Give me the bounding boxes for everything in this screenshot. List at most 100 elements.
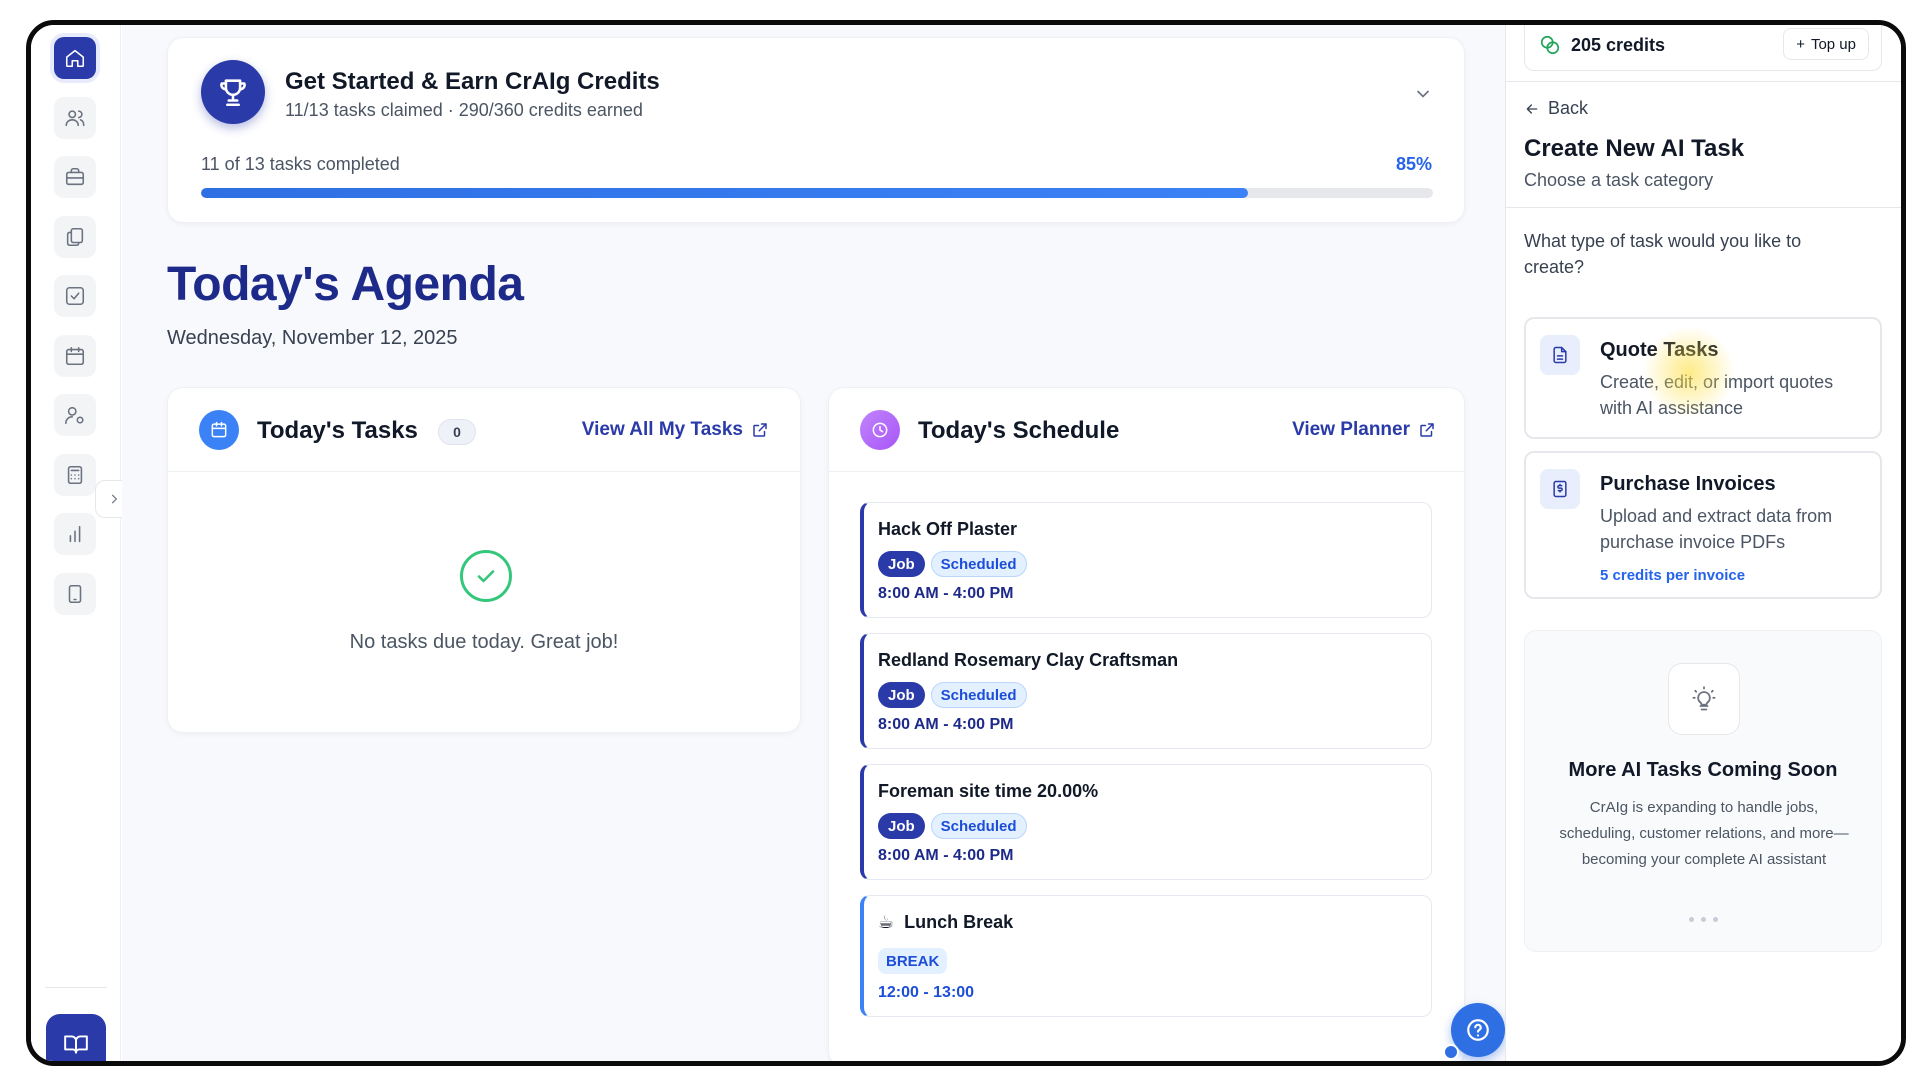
sidebar-item-calculator[interactable] (54, 454, 96, 496)
schedule-item-time: 8:00 AM - 4:00 PM (878, 585, 1014, 602)
home-icon (65, 49, 85, 68)
view-planner-label: View Planner (1292, 419, 1410, 440)
schedule-item-badges: Job Scheduled (878, 551, 1027, 577)
clock-icon (872, 422, 888, 438)
onboarding-toggle[interactable] (1413, 84, 1433, 104)
tasks-empty-message: No tasks due today. Great job! (349, 631, 619, 653)
schedule-item-time: 8:00 AM - 4:00 PM (878, 847, 1014, 864)
lightbulb-icon (1692, 686, 1716, 711)
option-description: Upload and extract data from purchase in… (1600, 506, 1833, 552)
type-badge: Job (878, 551, 925, 577)
arrow-left-icon (1526, 103, 1538, 114)
onboarding-card[interactable]: Get Started & Earn CrAIg Credits 11/13 t… (167, 37, 1465, 223)
sidebar-item-tasks[interactable] (54, 275, 96, 317)
coming-soon-description: CrAIg is expanding to handle jobs, sched… (1559, 799, 1849, 868)
panel-divider (1506, 81, 1901, 82)
schedule-item-break[interactable]: ☕ Lunch Break BREAK 12:00 - 13:00 (860, 895, 1432, 1017)
schedule-item-title: Redland Rosemary Clay Craftsman (878, 650, 1179, 670)
top-up-button[interactable]: + Top up (1783, 28, 1869, 60)
panel-divider (1506, 207, 1901, 208)
file-text-icon (1553, 346, 1567, 364)
credits-bar: 205 credits + Top up (1524, 25, 1882, 71)
sidebar-item-documents[interactable] (54, 216, 96, 258)
checkbox-icon (65, 286, 85, 306)
loading-dots (1525, 917, 1881, 922)
sidebar-item-home[interactable] (54, 37, 96, 79)
schedule-item[interactable]: Foreman site time 20.00% Job Scheduled 8… (860, 764, 1432, 880)
briefcase-icon (65, 167, 85, 186)
option-credit-cost: 5 credits per invoice (1600, 567, 1746, 584)
sidebar-divider (45, 987, 107, 988)
option-title: Quote Tasks (1600, 339, 1719, 361)
option-quote-tasks[interactable]: Quote Tasks Create, edit, or import quot… (1524, 317, 1882, 439)
trophy-badge (201, 60, 265, 124)
break-badge: BREAK (878, 948, 948, 974)
coming-soon-card: More AI Tasks Coming Soon CrAIg is expan… (1524, 630, 1882, 952)
user-settings-icon (65, 406, 84, 425)
view-planner-link[interactable]: View Planner (1292, 419, 1436, 441)
status-badge: Scheduled (930, 551, 1027, 577)
schedule-list: Hack Off Plaster Job Scheduled 8:00 AM -… (860, 502, 1432, 1032)
todays-schedule-card: Today's Schedule View Planner Hack Off P… (828, 387, 1465, 1061)
option-icon-badge (1540, 335, 1580, 375)
option-icon-badge (1540, 469, 1580, 509)
schedule-item[interactable]: Redland Rosemary Clay Craftsman Job Sche… (860, 633, 1432, 749)
back-button[interactable]: Back (1524, 98, 1588, 119)
panel-subtitle: Choose a task category (1524, 170, 1714, 190)
book-icon (64, 1035, 88, 1054)
sidebar-item-guide[interactable] (46, 1014, 106, 1061)
coins-icon (1539, 34, 1561, 56)
users-icon (65, 110, 85, 127)
credits-balance: 205 credits (1571, 35, 1666, 55)
onboarding-progress-label: 11 of 13 tasks completed (201, 154, 400, 174)
panel-title: Create New AI Task (1524, 135, 1745, 162)
sidebar-item-jobs[interactable] (54, 156, 96, 198)
sidebar-item-calendar[interactable] (54, 335, 96, 377)
chevron-right-icon (111, 494, 118, 504)
schedule-item-time: 8:00 AM - 4:00 PM (878, 716, 1014, 733)
todays-tasks-card: Today's Tasks 0 View All My Tasks No tas… (167, 387, 801, 733)
option-title: Purchase Invoices (1600, 473, 1776, 495)
onboarding-subtitle: 11/13 tasks claimed · 290/360 credits ea… (285, 100, 643, 120)
type-badge: Job (878, 682, 925, 708)
help-indicator-dot (1443, 1044, 1459, 1060)
app: Get Started & Earn CrAIg Credits 11/13 t… (31, 25, 1901, 1061)
onboarding-progress-fill (201, 188, 1249, 198)
option-description: Create, edit, or import quotes with AI a… (1600, 372, 1834, 418)
onboarding-progress-percent: 85% (1395, 154, 1432, 174)
schedule-item-title: Foreman site time 20.00% (878, 781, 1099, 801)
external-link-icon (753, 423, 767, 437)
calendar-icon (65, 346, 85, 366)
window-frame: Get Started & Earn CrAIg Credits 11/13 t… (26, 20, 1906, 1066)
agenda-date: Wednesday, November 12, 2025 (167, 327, 458, 349)
view-all-tasks-link[interactable]: View All My Tasks (582, 419, 769, 441)
page-title: Today's Agenda (167, 258, 524, 311)
sidebar (31, 25, 121, 1061)
calendar-icon (211, 421, 227, 438)
lightbulb-badge (1668, 663, 1740, 735)
schedule-item-title: Hack Off Plaster (878, 519, 1018, 539)
sidebar-item-reports[interactable] (54, 513, 96, 555)
sidebar-item-team[interactable] (54, 394, 96, 436)
tasks-header-badge (199, 410, 239, 450)
question-icon (1467, 1019, 1489, 1041)
sidebar-item-mobile[interactable] (54, 573, 96, 615)
status-badge: Scheduled (930, 813, 1027, 839)
schedule-item[interactable]: Hack Off Plaster Job Scheduled 8:00 AM -… (860, 502, 1432, 618)
tasks-card-title: Today's Tasks (257, 417, 418, 444)
schedule-item-badges: BREAK (878, 948, 948, 974)
receipt-icon (1553, 480, 1567, 498)
success-check (460, 550, 512, 602)
tasks-count-badge: 0 (438, 419, 476, 445)
chevron-down-icon (1417, 90, 1429, 98)
trophy-icon (220, 79, 246, 107)
coming-soon-title: More AI Tasks Coming Soon (1568, 759, 1838, 781)
option-purchase-invoices[interactable]: Purchase Invoices Upload and extract dat… (1524, 451, 1882, 599)
task-type-question: What type of task would you like to crea… (1524, 231, 1802, 277)
sidebar-item-customers[interactable] (54, 97, 96, 139)
schedule-item-badges: Job Scheduled (878, 682, 1027, 708)
type-badge: Job (878, 813, 925, 839)
help-button[interactable] (1451, 1003, 1505, 1057)
onboarding-title: Get Started & Earn CrAIg Credits (285, 68, 660, 95)
check-icon (477, 570, 495, 583)
